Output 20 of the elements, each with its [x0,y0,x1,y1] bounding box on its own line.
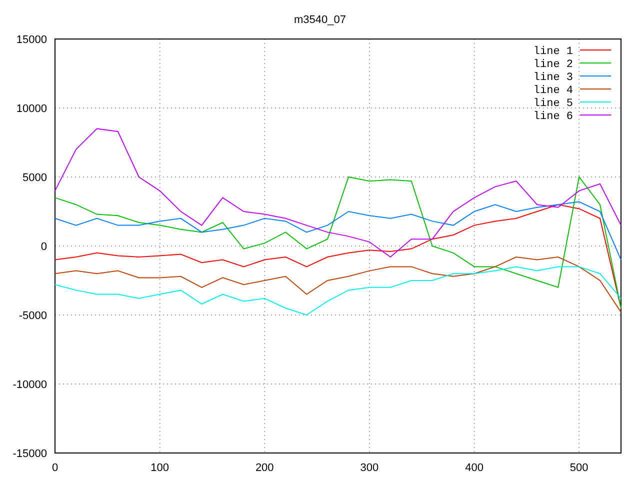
tick-label: 100 [150,462,169,474]
legend-label: line 2 [533,59,573,71]
tick-label: 500 [570,462,588,474]
chart-title: m3540_07 [294,14,346,26]
legend-label: line 5 [533,98,573,110]
legend-label: line 4 [533,85,573,97]
tick-label: 5000 [22,172,47,184]
tick-label: 10000 [16,103,47,115]
legend-label: line 6 [533,111,573,123]
tick-label: 300 [360,462,379,474]
tick-label: 400 [465,462,484,474]
tick-label: 0 [52,462,58,474]
tick-label: 15000 [16,34,47,46]
tick-label: -10000 [12,379,47,391]
tick-label: -5000 [18,310,47,322]
tick-label: 200 [255,462,274,474]
legend-label: line 1 [533,46,573,58]
tick-label: -15000 [12,448,47,460]
legend-label: line 3 [533,72,573,84]
tick-label: 0 [40,241,47,253]
